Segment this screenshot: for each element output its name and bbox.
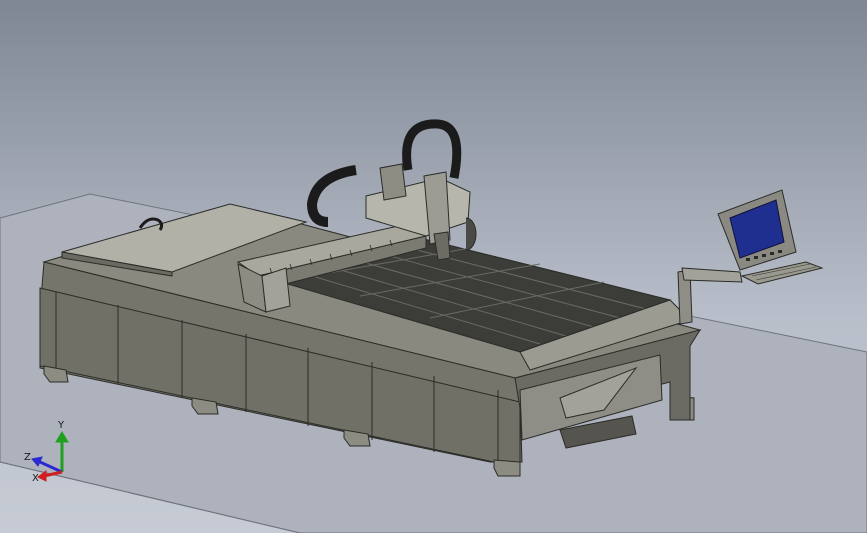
z-axis-label: Z bbox=[24, 452, 31, 463]
cad-scene[interactable]: Y Z X bbox=[0, 0, 867, 533]
control-panel[interactable] bbox=[717, 189, 824, 285]
graphics-viewport[interactable]: Y Z X bbox=[0, 0, 867, 533]
gantry-left-leg-side bbox=[261, 267, 291, 313]
motor-box bbox=[379, 163, 407, 201]
x-axis-arrow bbox=[37, 470, 47, 482]
y-axis-label: Y bbox=[57, 420, 65, 431]
head-disc bbox=[465, 217, 477, 251]
x-axis-label: X bbox=[32, 473, 39, 484]
gantry-cable-chain bbox=[306, 165, 357, 227]
head-cable-chain bbox=[402, 119, 462, 179]
control-arm-boom bbox=[681, 267, 743, 283]
head-carriage bbox=[365, 177, 471, 237]
